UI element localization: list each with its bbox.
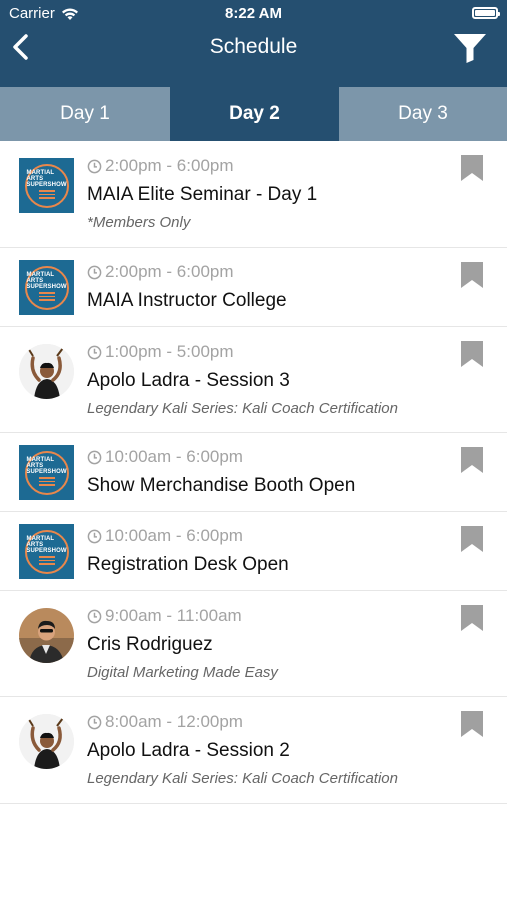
clock-icon [87,265,102,279]
speaker-photo [19,344,74,399]
event-time: 2:00pm - 6:00pm [87,156,234,176]
event-time-text: 10:00am - 6:00pm [105,447,243,466]
clock-icon [87,715,102,729]
event-title: Apolo Ladra - Session 2 [87,740,290,761]
supershow-logo: MARTIAL ARTS SUPERSHOW [19,260,74,315]
filter-icon[interactable] [453,33,487,63]
schedule-row[interactable]: MARTIAL ARTS SUPERSHOW 2:00pm - 6:00pm MAIA… [0,141,507,248]
speaker-photo [19,714,74,769]
schedule-list: MARTIAL ARTS SUPERSHOW 2:00pm - 6:00pm MAIA… [0,141,507,804]
event-subtitle: Legendary Kali Series: Kali Coach Certif… [87,400,398,417]
status-bar: Carrier 8:22 AM [0,0,507,28]
bookmark-icon[interactable] [461,526,483,552]
supershow-logo: MARTIAL ARTS SUPERSHOW [19,445,74,500]
event-time: 8:00am - 12:00pm [87,712,243,732]
event-time: 10:00am - 6:00pm [87,447,243,467]
clock-icon [87,609,102,623]
event-title: Registration Desk Open [87,554,289,575]
event-title: MAIA Instructor College [87,290,287,311]
event-time-text: 2:00pm - 6:00pm [105,262,234,281]
schedule-row[interactable]: 1:00pm - 5:00pm Apolo Ladra - Session 3 Le… [0,327,507,433]
clock-icon [87,345,102,359]
status-time: 8:22 AM [225,5,282,22]
tab-day-1[interactable]: Day 1 [0,87,170,141]
logo-text-line1: MARTIAL ARTS [26,536,55,549]
schedule-row[interactable]: MARTIAL ARTS SUPERSHOW 2:00pm - 6:00pm MAIA… [0,248,507,327]
logo-text-line2: SUPERSHOW [26,548,67,555]
event-title: MAIA Elite Seminar - Day 1 [87,184,318,205]
event-title: Cris Rodriguez [87,634,213,655]
event-time: 2:00pm - 6:00pm [87,262,234,282]
bookmark-icon[interactable] [461,447,483,473]
bookmark-icon[interactable] [461,605,483,631]
event-time: 1:00pm - 5:00pm [87,342,234,362]
event-title: Show Merchandise Booth Open [87,475,356,496]
schedule-row[interactable]: MARTIAL ARTS SUPERSHOW 10:00am - 6:00pm Sho… [0,433,507,512]
bookmark-icon[interactable] [461,262,483,288]
bookmark-icon[interactable] [461,155,483,181]
event-time-text: 10:00am - 6:00pm [105,526,243,545]
supershow-logo: MARTIAL ARTS SUPERSHOW [19,524,74,579]
battery-icon [472,7,500,19]
logo-text-line1: MARTIAL ARTS [26,170,55,183]
logo-text-line1: MARTIAL ARTS [26,457,55,470]
nav-header: Carrier 8:22 AM Schedule [0,0,507,87]
event-subtitle: Digital Marketing Made Easy [87,664,278,681]
clock-icon [87,450,102,464]
tab-day-2[interactable]: Day 2 [170,87,339,141]
event-subtitle: *Members Only [87,214,191,231]
logo-text-line2: SUPERSHOW [26,182,67,189]
logo-text-line2: SUPERSHOW [26,284,67,291]
event-title: Apolo Ladra - Session 3 [87,370,290,391]
event-time-text: 2:00pm - 6:00pm [105,156,234,175]
event-time-text: 8:00am - 12:00pm [105,712,243,731]
schedule-row[interactable]: 8:00am - 12:00pm Apolo Ladra - Session 2 L… [0,697,507,804]
clock-icon [87,159,102,173]
logo-text-line2: SUPERSHOW [26,469,67,476]
page-title: Schedule [209,35,298,58]
event-time: 9:00am - 11:00am [87,606,242,626]
event-time-text: 9:00am - 11:00am [105,606,242,625]
event-time: 10:00am - 6:00pm [87,526,243,546]
schedule-row[interactable]: MARTIAL ARTS SUPERSHOW 10:00am - 6:00pm Reg… [0,512,507,591]
tab-day-3[interactable]: Day 3 [339,87,507,141]
schedule-row[interactable]: 9:00am - 11:00am Cris Rodriguez Digital Ma… [0,591,507,697]
bookmark-icon[interactable] [461,711,483,737]
bookmark-icon[interactable] [461,341,483,367]
day-tabs: Day 1 Day 2 Day 3 [0,87,507,141]
clock-icon [87,529,102,543]
supershow-logo: MARTIAL ARTS SUPERSHOW [19,158,74,213]
logo-text-line1: MARTIAL ARTS [26,272,55,285]
event-time-text: 1:00pm - 5:00pm [105,342,234,361]
speaker-photo [19,608,74,663]
event-subtitle: Legendary Kali Series: Kali Coach Certif… [87,770,398,787]
